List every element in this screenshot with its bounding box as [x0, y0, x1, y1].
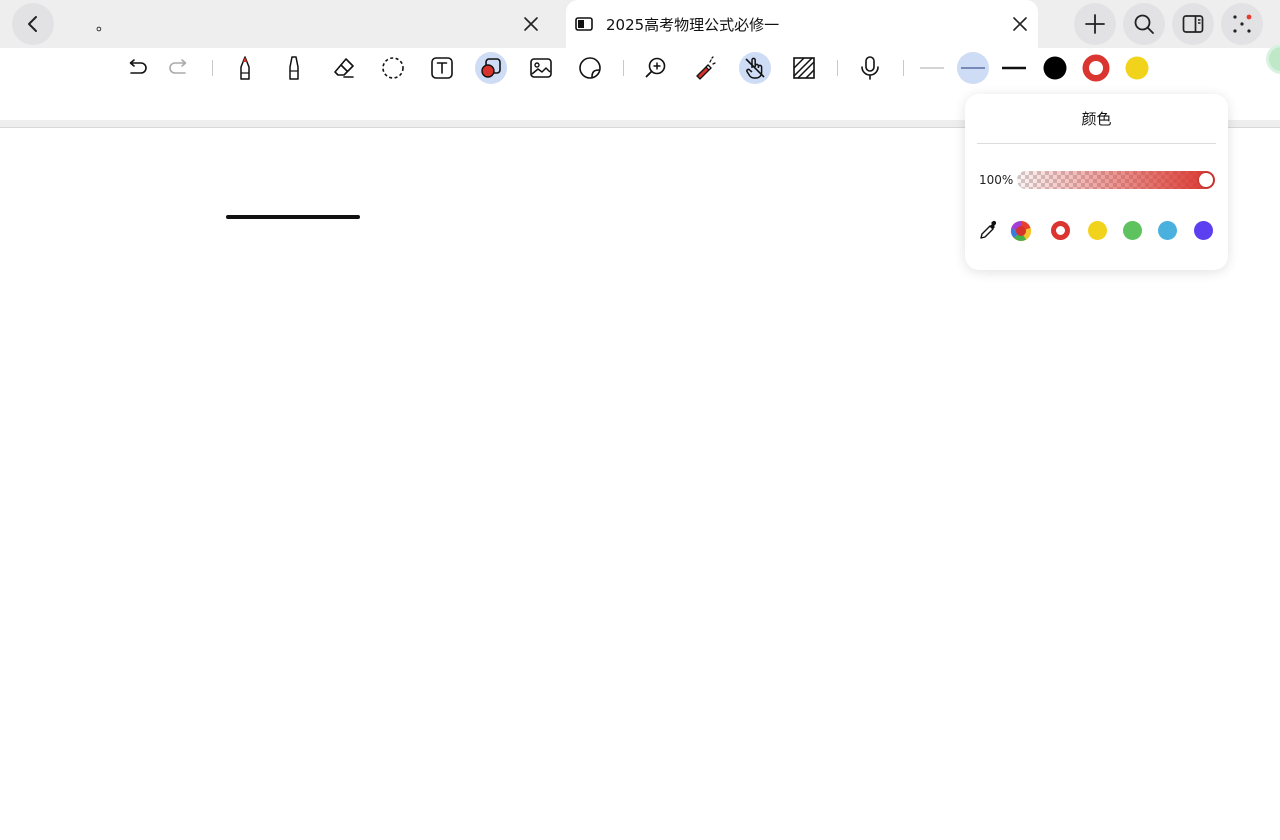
tab-close-button[interactable]: [519, 12, 543, 36]
opacity-fill: [1017, 171, 1215, 189]
opacity-slider[interactable]: [1017, 171, 1215, 189]
text-box-tool[interactable]: [426, 52, 458, 84]
sticker-icon: [579, 57, 601, 79]
redo-icon: [169, 59, 187, 74]
tab-title: 。: [96, 15, 112, 34]
pen-tool[interactable]: [229, 52, 261, 84]
new-tab-button[interactable]: [1074, 3, 1116, 45]
undo-button[interactable]: [121, 52, 153, 84]
tab-document-2[interactable]: 2025高考物理公式必修一: [566, 0, 1038, 48]
tab-document-1[interactable]: 。: [60, 0, 560, 48]
color-swatch-selected-icon: [1082, 54, 1110, 82]
stroke-width-thin[interactable]: [916, 52, 948, 84]
color-black-button[interactable]: [1039, 52, 1071, 84]
color-swatch-icon: [1043, 56, 1067, 80]
lasso-icon: [382, 57, 404, 79]
swatch-purple[interactable]: [1194, 221, 1213, 240]
pattern-fill-icon: [793, 57, 815, 79]
chevron-left-icon: [28, 16, 37, 32]
swatch-red[interactable]: [1051, 221, 1070, 240]
swatch-green[interactable]: [1123, 221, 1142, 240]
touch-draw-toggle[interactable]: [739, 52, 771, 84]
swatch-blue[interactable]: [1158, 221, 1177, 240]
tab-bar: 。 2025高考物理公式必修一: [0, 0, 1280, 48]
eyedropper-button[interactable]: [979, 220, 999, 244]
thin-line-icon: [920, 67, 944, 69]
microphone-icon: [861, 56, 879, 80]
close-icon: [524, 17, 538, 31]
document-icon: [575, 17, 593, 31]
toolbar-divider: [903, 60, 904, 76]
sidebar-toggle-button[interactable]: [1172, 3, 1214, 45]
lasso-tool[interactable]: [377, 52, 409, 84]
redo-button[interactable]: [163, 52, 195, 84]
popover-title: 颜色: [1081, 110, 1112, 128]
color-picker-popover: 颜色 100%: [965, 94, 1228, 270]
shape-icon: [481, 58, 501, 78]
laser-pointer-icon: [696, 56, 716, 80]
drawn-stroke[interactable]: [226, 215, 360, 219]
pattern-fill-tool[interactable]: [788, 52, 820, 84]
undo-icon: [129, 59, 147, 74]
search-icon: [1134, 14, 1154, 34]
toolbar-divider: [623, 60, 624, 76]
voice-record-button[interactable]: [854, 52, 886, 84]
popover-divider: [977, 143, 1216, 144]
zoom-in-icon: [645, 57, 666, 78]
stroke-width-medium[interactable]: [957, 52, 989, 84]
toolbar-divider: [837, 60, 838, 76]
highlighter-tool[interactable]: [278, 52, 310, 84]
search-button[interactable]: [1123, 3, 1165, 45]
color-yellow-button[interactable]: [1121, 52, 1153, 84]
eraser-icon: [334, 58, 354, 78]
opacity-slider-thumb[interactable]: [1199, 173, 1213, 187]
touch-draw-icon: [745, 57, 765, 79]
custom-color-button[interactable]: [1010, 220, 1032, 246]
text-box-icon: [431, 57, 453, 79]
eyedropper-icon: [980, 220, 997, 239]
back-button[interactable]: [12, 3, 54, 45]
laser-pointer-tool[interactable]: [689, 52, 721, 84]
opacity-value: 100%: [979, 173, 1014, 187]
tab-title: 2025高考物理公式必修一: [606, 15, 780, 34]
color-swatch-icon: [1125, 56, 1149, 80]
medium-line-icon: [961, 67, 985, 69]
toolbar-divider: [212, 60, 213, 76]
stroke-width-thick[interactable]: [998, 52, 1030, 84]
swatch-yellow[interactable]: [1088, 221, 1107, 240]
eraser-tool[interactable]: [328, 52, 360, 84]
tab-close-button[interactable]: [1008, 12, 1032, 36]
zoom-tool[interactable]: [640, 52, 672, 84]
image-icon: [530, 58, 552, 78]
sidebar-icon: [1182, 15, 1204, 33]
close-icon: [1013, 17, 1027, 31]
color-wheel-icon: [1010, 220, 1031, 241]
grid-dots-icon: [1233, 14, 1252, 33]
highlighter-icon: [289, 56, 299, 80]
color-red-button[interactable]: [1080, 52, 1112, 84]
image-tool[interactable]: [525, 52, 557, 84]
thick-line-icon: [1002, 66, 1026, 70]
pen-icon: [240, 56, 250, 80]
sticker-tool[interactable]: [574, 52, 606, 84]
plus-icon: [1085, 14, 1105, 34]
shape-tool[interactable]: [475, 52, 507, 84]
more-apps-button[interactable]: [1221, 3, 1263, 45]
